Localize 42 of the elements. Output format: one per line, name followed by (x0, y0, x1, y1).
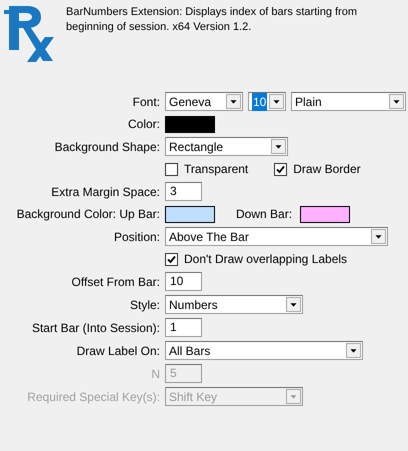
color-swatch[interactable] (300, 206, 350, 222)
color-swatch[interactable] (165, 206, 215, 222)
dropdown[interactable]: Above The Bar (165, 227, 388, 246)
field-label: Background Shape: (54, 140, 160, 154)
caret-icon (346, 343, 361, 358)
dropdown[interactable]: 10 (248, 92, 286, 111)
dropdown[interactable]: Plain (291, 92, 406, 111)
field-label: Style: (130, 298, 160, 312)
field-label: N (151, 366, 160, 380)
field-label: Required Special Key(s): (27, 390, 160, 404)
dropdown[interactable]: Geneva (165, 92, 243, 111)
checkbox-label[interactable]: Draw Border (293, 160, 361, 178)
field-label: Color: (128, 117, 160, 131)
checkbox[interactable] (274, 162, 288, 176)
field-label: Start Bar (Into Session): (32, 320, 160, 334)
field-label: Extra Margin Space: (51, 184, 160, 198)
caret-icon (271, 139, 286, 154)
input-field[interactable]: 3 (165, 182, 202, 201)
logo-icon (4, 4, 56, 64)
dropdown[interactable]: Numbers (165, 295, 303, 314)
caret-icon (389, 94, 404, 109)
checkbox-label[interactable]: Don't Draw overlapping Labels (184, 250, 348, 268)
description-text: BarNumbers Extension: Displays index of bars starting from beginning of session. x64 Version 1.2. (66, 5, 358, 35)
field-label: Position: (114, 230, 160, 244)
caret-icon (371, 229, 386, 244)
caret-icon (286, 297, 301, 312)
checkbox[interactable] (165, 162, 178, 176)
input-field[interactable]: 10 (165, 272, 202, 291)
field-label: Down Bar: (236, 206, 292, 223)
dropdown[interactable]: All Bars (165, 341, 363, 360)
checkbox[interactable] (165, 252, 178, 266)
caret-icon (226, 94, 241, 109)
dropdown[interactable]: Rectangle (165, 137, 288, 156)
caret-icon (269, 94, 284, 109)
input-field[interactable]: 1 (165, 318, 202, 337)
field-label: Offset From Bar: (72, 274, 160, 288)
field-label: Background Color: Up Bar: (16, 207, 160, 221)
checkbox-label[interactable]: Transparent (184, 160, 248, 178)
field-label: Draw Label On: (76, 344, 160, 358)
color-swatch[interactable] (165, 116, 215, 132)
caret-icon (286, 389, 301, 404)
field-label: Font: (132, 94, 160, 108)
